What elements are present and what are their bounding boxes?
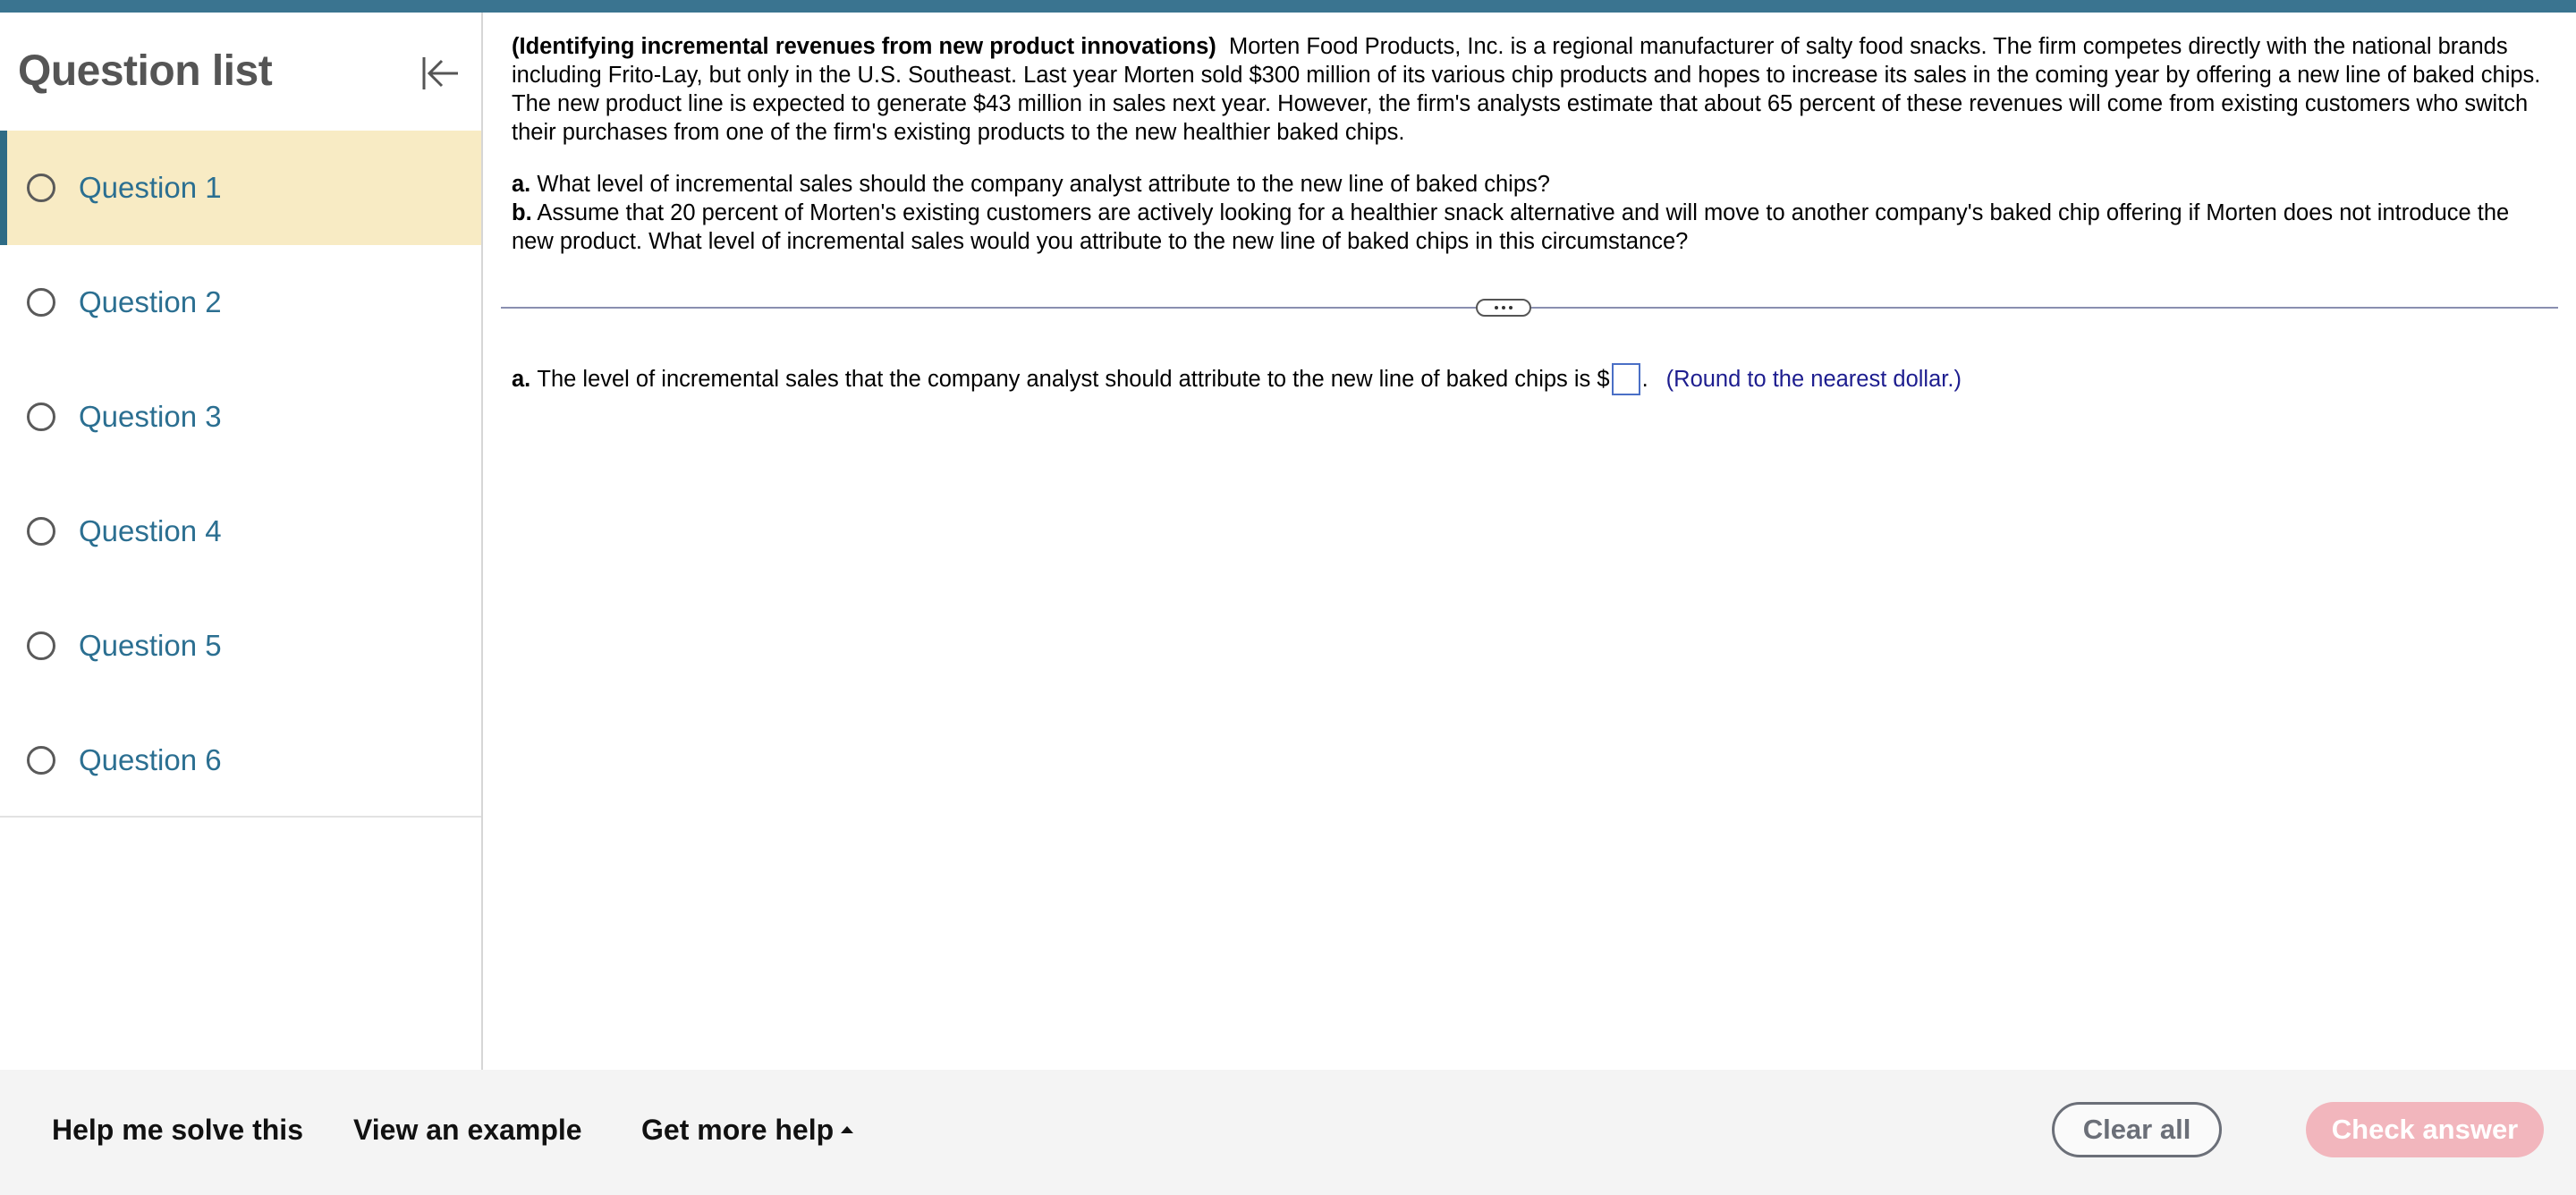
collapse-left-icon bbox=[422, 57, 458, 89]
footer-toolbar: Help me solve this View an example Get m… bbox=[0, 1070, 2576, 1195]
help-me-solve-button[interactable]: Help me solve this bbox=[52, 1114, 303, 1147]
answer-input-field[interactable] bbox=[1611, 363, 1640, 395]
problem-parts: a. What level of incremental sales shoul… bbox=[512, 170, 2542, 256]
question-status-radio-icon bbox=[27, 746, 55, 775]
ellipsis-dot-icon bbox=[1502, 306, 1505, 309]
answer-part-label: a. bbox=[512, 367, 531, 392]
ellipsis-dot-icon bbox=[1509, 306, 1513, 309]
question-item-6[interactable]: Question 6 bbox=[0, 703, 481, 818]
question-label: Question 4 bbox=[79, 514, 222, 547]
question-status-radio-icon bbox=[27, 517, 55, 546]
question-item-1[interactable]: Question 1 bbox=[0, 131, 481, 245]
part-a-label: a. bbox=[512, 172, 531, 197]
question-item-3[interactable]: Question 3 bbox=[0, 360, 481, 474]
question-status-radio-icon bbox=[27, 174, 55, 202]
top-bar bbox=[0, 0, 2576, 13]
problem-title: (Identifying incremental revenues from n… bbox=[512, 34, 1216, 59]
question-list-sidebar: Question list Question 1 Question 2 Ques… bbox=[0, 13, 483, 1070]
question-item-2[interactable]: Question 2 bbox=[0, 245, 481, 360]
clear-all-button[interactable]: Clear all bbox=[2052, 1102, 2222, 1157]
question-label: Question 5 bbox=[79, 629, 222, 662]
collapse-sidebar-button[interactable] bbox=[417, 50, 463, 97]
question-content: (Identifying incremental revenues from n… bbox=[483, 13, 2576, 1070]
answer-text: The level of incremental sales that the … bbox=[537, 367, 1610, 392]
expand-handle-button[interactable] bbox=[1476, 299, 1531, 317]
question-item-4[interactable]: Question 4 bbox=[0, 474, 481, 589]
question-label: Question 1 bbox=[79, 171, 222, 204]
check-answer-button[interactable]: Check answer bbox=[2306, 1102, 2544, 1157]
part-b: b. Assume that 20 percent of Morten's ex… bbox=[512, 199, 2542, 256]
question-status-radio-icon bbox=[27, 288, 55, 317]
part-a: a. What level of incremental sales shoul… bbox=[512, 170, 2542, 199]
ellipsis-dot-icon bbox=[1495, 306, 1498, 309]
rounding-instruction: (Round to the nearest dollar.) bbox=[1665, 367, 1962, 392]
get-more-help-button[interactable]: Get more help bbox=[641, 1114, 854, 1147]
part-a-text: What level of incremental sales should t… bbox=[537, 172, 1550, 197]
part-b-label: b. bbox=[512, 200, 532, 225]
question-label: Question 2 bbox=[79, 285, 222, 318]
question-label: Question 6 bbox=[79, 743, 222, 776]
sidebar-divider bbox=[0, 816, 481, 818]
question-status-radio-icon bbox=[27, 403, 55, 431]
sidebar-title: Question list bbox=[18, 47, 273, 95]
question-item-5[interactable]: Question 5 bbox=[0, 589, 481, 703]
view-example-button[interactable]: View an example bbox=[353, 1114, 582, 1147]
question-list: Question 1 Question 2 Question 3 Questio… bbox=[0, 131, 481, 818]
sidebar-header: Question list bbox=[0, 13, 481, 131]
caret-up-icon bbox=[841, 1125, 854, 1133]
get-more-help-label: Get more help bbox=[641, 1114, 835, 1146]
question-status-radio-icon bbox=[27, 631, 55, 660]
answer-suffix: . bbox=[1641, 367, 1648, 392]
answer-row: a. The level of incremental sales that t… bbox=[512, 361, 1962, 397]
question-label: Question 3 bbox=[79, 400, 222, 433]
problem-statement: (Identifying incremental revenues from n… bbox=[512, 32, 2542, 147]
part-b-text: Assume that 20 percent of Morten's exist… bbox=[512, 200, 2510, 254]
